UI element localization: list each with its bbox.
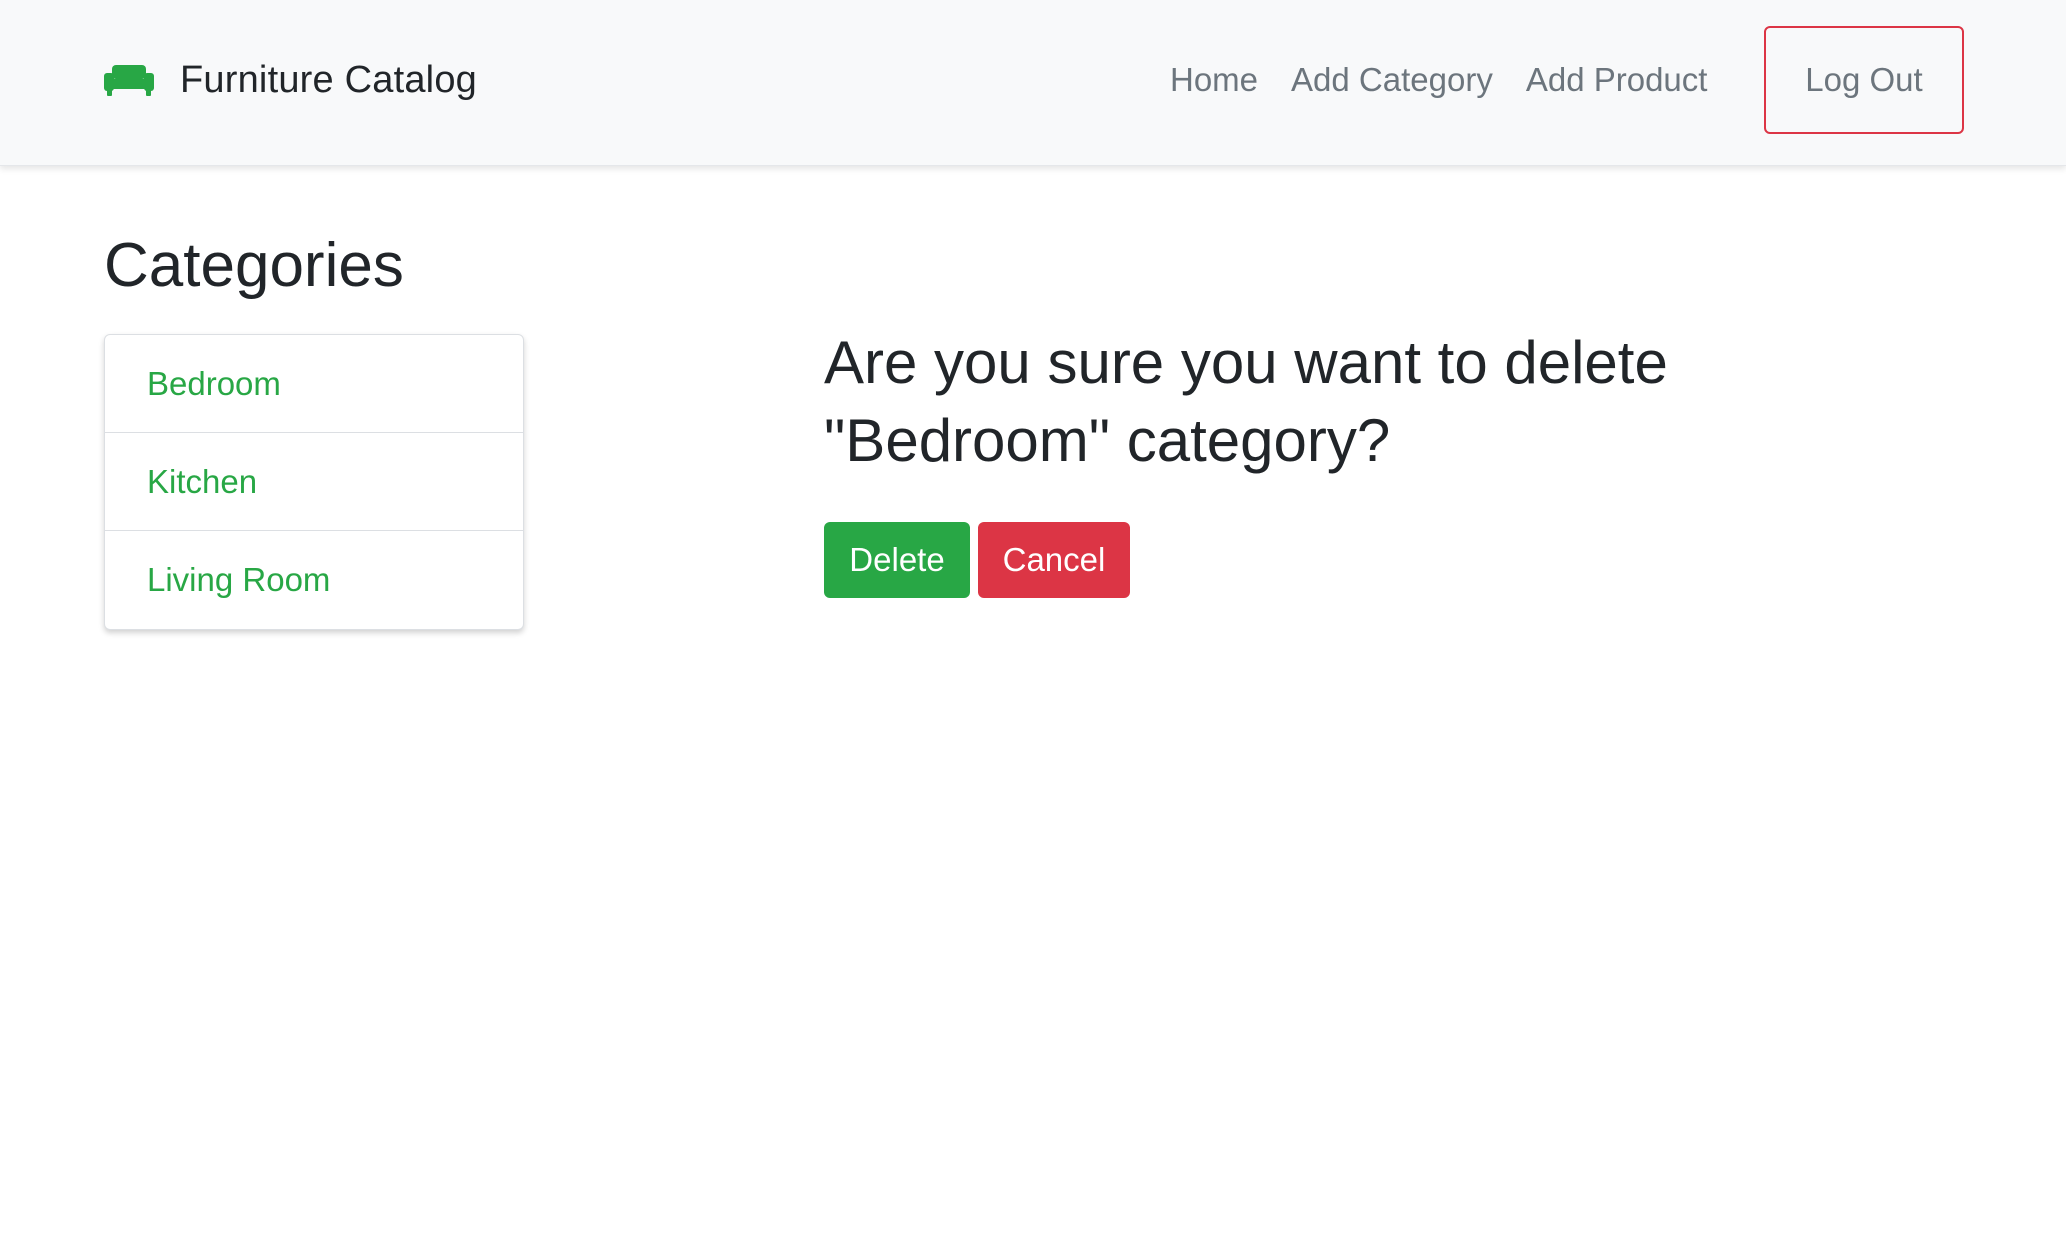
nav-link-add-category[interactable]: Add Category [1291, 61, 1493, 99]
brand-title: Furniture Catalog [180, 58, 477, 101]
category-item-bedroom[interactable]: Bedroom [105, 335, 523, 433]
navbar: Furniture Catalog Home Add Category Add … [0, 0, 2066, 166]
delete-button[interactable]: Delete [824, 522, 970, 598]
couch-icon [104, 63, 154, 97]
brand-link[interactable]: Furniture Catalog [104, 52, 477, 108]
category-link[interactable]: Kitchen [147, 463, 257, 501]
category-item-living-room[interactable]: Living Room [105, 531, 523, 629]
category-item-kitchen[interactable]: Kitchen [105, 433, 523, 531]
cancel-button[interactable]: Cancel [978, 522, 1130, 598]
category-list: Bedroom Kitchen Living Room [104, 334, 524, 630]
nav-link-home[interactable]: Home [1170, 61, 1258, 99]
nav-link-add-product[interactable]: Add Product [1526, 61, 1708, 99]
category-link[interactable]: Living Room [147, 561, 330, 599]
categories-heading: Categories [104, 231, 404, 300]
logout-button[interactable]: Log Out [1764, 26, 1964, 134]
delete-confirm-heading: Are you sure you want to delete "Bedroom… [824, 329, 1668, 474]
nav-links: Home Add Category Add Product [1170, 56, 1740, 104]
category-link[interactable]: Bedroom [147, 365, 281, 403]
